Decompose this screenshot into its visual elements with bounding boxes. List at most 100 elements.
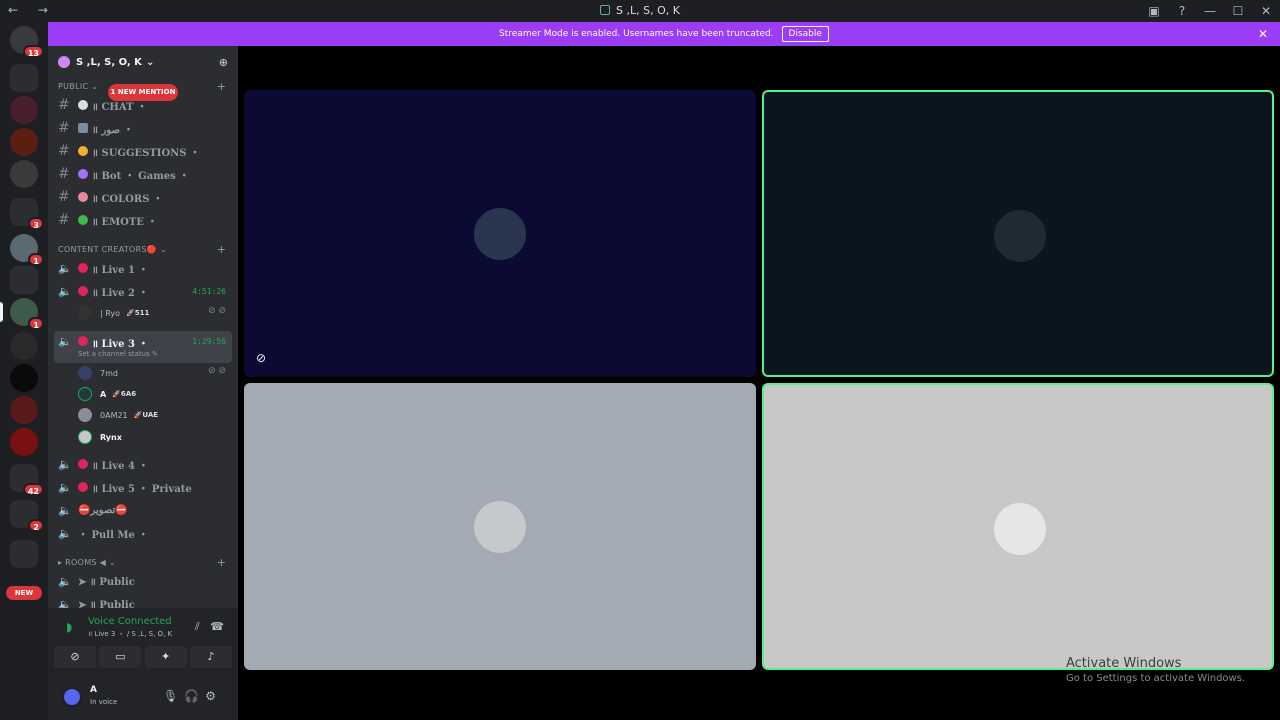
hash-icon: #	[58, 120, 70, 136]
headphones-icon[interactable]: 🎧	[184, 689, 205, 703]
username: 0AM21	[100, 410, 128, 420]
participant-tile[interactable]: ⊘	[244, 90, 756, 377]
voice-user[interactable]: A 🚀6A6	[78, 385, 136, 403]
participant-tile[interactable]	[762, 383, 1274, 670]
server-header[interactable]: S ,L, S, O, K ⌄ ⊕	[48, 46, 238, 78]
gamepad-icon	[78, 169, 88, 179]
channel-emote[interactable]: # ॥ EMOTE ・	[54, 210, 232, 230]
red-circle-icon	[78, 459, 88, 469]
hash-icon: #	[58, 143, 70, 159]
participant-tile[interactable]	[244, 383, 756, 670]
avatar	[78, 306, 92, 320]
voice-channel-live-4[interactable]: 🔈 ॥ Live 4 ・	[54, 454, 232, 474]
voice-action-buttons: ⊘ ▭ ✦ ♪	[54, 646, 232, 668]
microphone-icon[interactable]: 🎙	[163, 689, 184, 703]
user-panel: A In voice 🎙🎧⚙	[48, 676, 238, 720]
add-channel-icon[interactable]: +	[217, 243, 226, 256]
channel-label: ॥ Live 1 ・	[92, 264, 149, 276]
voice-channel-public[interactable]: 🔈 ➤ ॥ Public	[54, 571, 232, 591]
signal-icon[interactable]: ◗	[66, 620, 72, 634]
server-folder-icon[interactable]	[10, 540, 38, 568]
maximize-button[interactable]: ☐	[1224, 4, 1252, 18]
gear-icon[interactable]: ⚙	[205, 689, 222, 703]
voice-connected-channel[interactable]: ॥ Live 3 ・ / S ,L, S, O, K	[88, 629, 172, 639]
guild-bar: 13 3 1 1 42 2 NEW	[0, 22, 48, 720]
window-title-text: S ,L, S, O, K	[616, 4, 680, 17]
channel-label: ・ Pull Me ・	[78, 529, 149, 541]
badge: 2	[28, 519, 44, 532]
channel-status[interactable]: Set a channel status ✎	[78, 350, 158, 358]
add-channel-icon[interactable]: +	[217, 80, 226, 93]
category-public[interactable]: PUBLIC ⌄	[58, 82, 98, 91]
user-tag: 🚀UAE	[133, 411, 159, 419]
server-icon[interactable]	[10, 396, 38, 424]
server-icon[interactable]	[10, 364, 38, 392]
server-folder-icon[interactable]: 2	[10, 500, 44, 532]
speaker-icon: 🔈	[58, 503, 72, 517]
channel-bot-games[interactable]: # ॥ Bot ・ Games ・	[54, 164, 232, 184]
disable-button[interactable]: Disable	[781, 26, 829, 42]
close-window-button[interactable]: ✕	[1252, 4, 1280, 18]
voice-user[interactable]: | Ryo 🚀511	[78, 304, 149, 322]
username: | Ryo	[100, 308, 120, 318]
disconnect-icon[interactable]: ☎	[210, 620, 224, 633]
muted-deafened-icon: ⊘ ⊘	[208, 366, 226, 376]
lightbulb-icon	[78, 146, 88, 156]
category-content-creators[interactable]: CONTENT CREATORS🔴 ⌄	[58, 245, 167, 254]
server-6a6-pink-icon[interactable]	[10, 96, 38, 124]
server-6a6-gray-icon[interactable]	[10, 160, 38, 188]
noise-suppression-icon[interactable]: ⫽	[195, 620, 200, 633]
call-timer: 1:29:56	[192, 337, 226, 346]
title-bar: ← → S ,L, S, O, K ▣ ? — ☐ ✕	[0, 0, 1280, 22]
voice-user[interactable]: 0AM21 🚀UAE	[78, 406, 158, 424]
server-current-icon[interactable]: 1	[10, 298, 44, 330]
camera-off-icon[interactable]: ⊘	[54, 646, 96, 668]
participant-tile[interactable]	[762, 90, 1274, 377]
direct-messages-icon[interactable]: 13	[10, 26, 44, 58]
window-controls: ▣ ? — ☐ ✕	[1140, 0, 1280, 22]
server-icon[interactable]: 1	[10, 234, 44, 266]
voice-channel-live-3[interactable]: 🔈 ॥ Live 3 ・ 1:29:56	[54, 331, 232, 363]
help-icon[interactable]: ?	[1168, 4, 1196, 18]
channel-label: ॥ Live 3 ・	[92, 339, 149, 350]
new-mention-pill[interactable]: 1 NEW MENTION	[108, 84, 178, 101]
activities-icon[interactable]: ✦	[144, 646, 187, 668]
add-channel-icon[interactable]: +	[217, 556, 226, 569]
voice-channel-live-5[interactable]: 🔈 ॥ Live 5 ・ Private	[54, 477, 232, 497]
speaker-icon: 🔈	[58, 574, 72, 588]
server-icon	[600, 5, 611, 15]
person-add-icon[interactable]: ⊕	[219, 56, 228, 69]
channel-images[interactable]: # ॥ صور ・	[54, 118, 232, 138]
window-title: S ,L, S, O, K	[0, 4, 1280, 17]
avatar[interactable]	[62, 687, 82, 707]
channel-colors[interactable]: # ॥ COLORS ・	[54, 187, 232, 207]
new-badge[interactable]: NEW	[6, 586, 42, 600]
channel-suggestions[interactable]: # ॥ SUGGESTIONS ・	[54, 141, 232, 161]
avatar	[78, 366, 92, 380]
close-banner-icon[interactable]: ✕	[1258, 27, 1268, 41]
server-folder-icon[interactable]: 3	[10, 198, 44, 230]
voice-channel-photo[interactable]: 🔈 ⛔تصوير⛔	[54, 500, 232, 520]
folder-icon[interactable]	[10, 64, 38, 92]
folder-icon[interactable]	[10, 266, 38, 294]
palette-icon	[78, 192, 88, 202]
soundboard-icon[interactable]: ♪	[189, 646, 232, 668]
server-icon[interactable]	[10, 428, 38, 456]
speaker-icon: 🔈	[58, 526, 72, 540]
user-tag: 🚀511	[126, 309, 150, 317]
screen-share-icon[interactable]: ▭	[99, 646, 142, 668]
voice-channel-live-1[interactable]: 🔈 ॥ Live 1 ・	[54, 258, 232, 278]
voice-connected-title[interactable]: Voice Connected	[88, 616, 172, 627]
server-folder-icon[interactable]: 42	[10, 464, 44, 496]
username: Rynx	[100, 432, 122, 442]
inbox-icon[interactable]: ▣	[1140, 4, 1168, 18]
avatar	[994, 210, 1046, 262]
server-icon[interactable]	[10, 332, 38, 360]
voice-user[interactable]: 7md	[78, 364, 118, 382]
voice-channel-pull-me[interactable]: 🔈 ・ Pull Me ・	[54, 523, 232, 543]
server-6a6-orange-icon[interactable]	[10, 128, 38, 156]
voice-user[interactable]: Rynx	[78, 428, 122, 446]
category-rooms[interactable]: ▸ ROOMS ◀ ⌄	[58, 558, 116, 567]
voice-channel-live-2[interactable]: 🔈 ॥ Live 2 ・ 4:51:26	[54, 281, 232, 301]
minimize-button[interactable]: —	[1196, 4, 1224, 18]
